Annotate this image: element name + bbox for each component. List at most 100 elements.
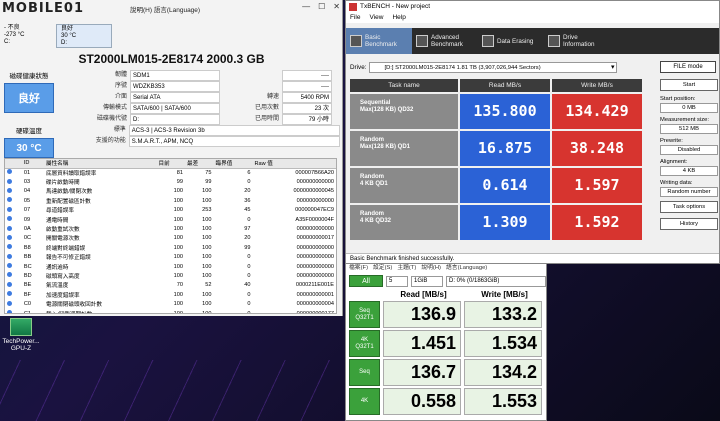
prewrite-field[interactable]: Disabled bbox=[660, 145, 718, 155]
tab-data-erasing[interactable]: Data Erasing bbox=[478, 28, 544, 54]
read-result: 135.800 bbox=[460, 94, 550, 129]
chart-icon bbox=[416, 35, 428, 47]
write-result: 38.248 bbox=[552, 131, 642, 166]
gpuz-icon bbox=[10, 318, 32, 336]
history-button[interactable]: History bbox=[660, 218, 718, 230]
start-button[interactable]: Start bbox=[660, 79, 718, 91]
status-dot-icon bbox=[7, 234, 12, 240]
tab-advanced-benchmark[interactable]: Advanced Benchmark bbox=[412, 28, 478, 54]
writing-data-field[interactable]: Random number bbox=[660, 187, 718, 197]
table-row[interactable]: B8 終端對終端錯誤 100 100 99 000000000000 bbox=[5, 243, 336, 252]
maximize-icon[interactable]: ☐ bbox=[318, 2, 325, 11]
status-dot-icon bbox=[7, 291, 12, 297]
table-row[interactable]: C1載入/卸載週期計數1001000000000000177 bbox=[5, 309, 336, 313]
info-row: 介面 Serial ATA 轉速 5400 RPM bbox=[60, 92, 340, 103]
info-row: 磁碟機代號 D: 已用時間 79 小時 bbox=[60, 114, 340, 125]
table-row[interactable]: 07 尋道錯誤率 100 253 45 000000047EC9 bbox=[5, 206, 336, 215]
cdm-test-button[interactable]: 4K Q32T1 bbox=[349, 330, 380, 357]
alignment-field[interactable]: 4 KB bbox=[660, 166, 718, 176]
table-row[interactable]: 04 馬達啟動/關閉次數 100 100 20 0000000000045 bbox=[5, 187, 336, 196]
cdm-write-value: 1.553 bbox=[464, 388, 542, 415]
table-row[interactable]: BE 氣流溫度 70 52 40 0000211E001E bbox=[5, 281, 336, 290]
cdi-menu[interactable]: 說明(H) 語言(Language) bbox=[130, 4, 200, 14]
smart-table-container[interactable]: ID 屬性名稱 目前 最差 臨界值 Raw 值 01 底層資料讀取錯誤率 81 75 6… bbox=[4, 158, 337, 314]
standard-row: 標準 ACS-3 | ACS-3 Revision 3b bbox=[60, 125, 340, 136]
cdm-read-value: 136.9 bbox=[383, 301, 461, 328]
drive-selector-bar: - 不良 -273 °C C: 良好 30 °C D: bbox=[0, 24, 343, 48]
menu-help[interactable]: Help bbox=[392, 13, 405, 23]
tx-results-grid: Task name Read MB/s Write MB/s Sequentia… bbox=[350, 79, 655, 242]
drive-label: Drive: bbox=[350, 63, 367, 71]
temp-label: 硬碟溫度 bbox=[16, 128, 42, 135]
table-row[interactable]: BD 磁頭寫入高度 100 100 0 000000000000 bbox=[5, 271, 336, 280]
start-position-field[interactable]: 0 MB bbox=[660, 103, 718, 113]
cdm-test-button[interactable]: Seq bbox=[349, 359, 380, 386]
table-row[interactable]: BF 加速度錯誤率 100 100 0 000000000001 bbox=[5, 290, 336, 299]
file-mode-button[interactable]: FILE mode bbox=[660, 61, 716, 73]
cdm-menu-language[interactable]: 語言(Language) bbox=[446, 264, 487, 273]
close-icon[interactable]: ✕ bbox=[333, 2, 340, 11]
table-row[interactable]: 05 重新配置磁區計數 100 100 36 000000000000 bbox=[5, 196, 336, 205]
disk-info-grid: 韌體 SDM1 ---- 序號 WDZKB353 ---- 介面 Serial ATA… bbox=[60, 70, 340, 147]
status-dot-icon bbox=[7, 216, 12, 222]
drive-select[interactable]: D: 0% (0/1863GiB) bbox=[446, 275, 546, 287]
smart-header-row: ID 屬性名稱 目前 最差 臨界值 Raw 值 bbox=[5, 159, 336, 169]
tx-drive-row: Drive: [D:] ST2000LM015-2E8174 1.81 TB (… bbox=[350, 61, 655, 73]
tx-result-row: Random Max(128 KB) QD1 16.875 38.248 bbox=[350, 131, 655, 166]
cdm-menu-help[interactable]: 說明(H) bbox=[421, 264, 441, 273]
cdm-result-row: 4K Q32T1 1.451 1.534 bbox=[346, 330, 546, 357]
cdm-test-button[interactable]: 4K bbox=[349, 388, 380, 415]
menu-view[interactable]: View bbox=[369, 13, 383, 23]
all-button[interactable]: All bbox=[349, 275, 383, 287]
tab-drive-information[interactable]: Drive Information bbox=[544, 28, 610, 54]
drive-chip-d[interactable]: 良好 30 °C D: bbox=[56, 24, 112, 48]
cdm-test-button[interactable]: Seq Q32T1 bbox=[349, 301, 380, 328]
tx-status-bar: Basic Benchmark finished successfully. bbox=[346, 253, 719, 263]
table-row[interactable]: 03 碟片啟動時間 99 99 0 000000000000 bbox=[5, 177, 336, 186]
status-dot-icon bbox=[7, 225, 12, 231]
temperature-badge[interactable]: 30 °C bbox=[4, 138, 54, 158]
info-row: 序號 WDZKB353 ---- bbox=[60, 81, 340, 92]
minimize-icon[interactable]: — bbox=[302, 2, 310, 11]
table-row[interactable]: BB 報告不可修正錯誤 100 100 0 000000000000 bbox=[5, 253, 336, 262]
status-dot-icon bbox=[7, 272, 12, 278]
table-row[interactable]: 0C 開關電源次數 100 100 20 000000000017 bbox=[5, 234, 336, 243]
tab-basic-benchmark[interactable]: Basic Benchmark bbox=[346, 28, 412, 54]
cdm-menubar: 檔案(F) 設定(S) 主題(T) 說明(H) 語言(Language) bbox=[346, 264, 546, 273]
write-header: Write [MB/s] bbox=[481, 290, 528, 299]
desktop-icon-gpuz[interactable]: TechPower... GPU-Z bbox=[2, 318, 40, 352]
table-row[interactable]: 01 底層資料讀取錯誤率 81 75 6 000007B66A20 bbox=[5, 168, 336, 177]
status-dot-icon bbox=[7, 244, 12, 250]
disk-title: ST2000LM015-2E8174 2000.3 GB bbox=[78, 52, 265, 66]
drive-select[interactable]: [D:] ST2000LM015-2E8174 1.81 TB (3,907,0… bbox=[369, 61, 618, 73]
read-result: 1.309 bbox=[460, 205, 550, 240]
health-status-badge[interactable]: 良好 bbox=[4, 83, 54, 113]
menu-file[interactable]: File bbox=[350, 13, 360, 23]
table-row[interactable]: C0 電源關閉磁頭收回計數 100 100 0 000000000004 bbox=[5, 299, 336, 308]
cdm-result-row: Seq 136.7 134.2 bbox=[346, 359, 546, 386]
table-row[interactable]: BC 通訊逾時 100 100 0 000000000000 bbox=[5, 262, 336, 271]
crystaldiskmark-window: 檔案(F) 設定(S) 主題(T) 說明(H) 語言(Language) All… bbox=[345, 263, 547, 421]
cdm-write-value: 133.2 bbox=[464, 301, 542, 328]
crystaldiskinfo-window: MOBILE01 說明(H) 語言(Language) — ☐ ✕ - 不良 -… bbox=[0, 0, 343, 316]
count-select[interactable]: 5 bbox=[386, 275, 408, 287]
size-select[interactable]: 1GiB bbox=[411, 275, 443, 287]
cdm-menu-theme[interactable]: 主題(T) bbox=[397, 264, 416, 273]
write-result: 1.597 bbox=[552, 168, 642, 203]
tx-result-row: Sequential Max(128 KB) QD32 135.800 134.4… bbox=[350, 94, 655, 129]
cdm-write-value: 1.534 bbox=[464, 330, 542, 357]
cdm-menu-file[interactable]: 檔案(F) bbox=[349, 264, 368, 273]
drive-chip-c[interactable]: - 不良 -273 °C C: bbox=[0, 24, 56, 48]
task-options-button[interactable]: Task options bbox=[660, 201, 718, 213]
desktop-icon-label: TechPower... GPU-Z bbox=[2, 338, 40, 352]
measurement-size-field[interactable]: 512 MB bbox=[660, 124, 718, 134]
table-row[interactable]: 09 通電時間 100 100 0 A35F0000004F bbox=[5, 215, 336, 224]
read-result: 16.875 bbox=[460, 131, 550, 166]
txbench-window: TxBENCH - New project File View Help Bas… bbox=[345, 0, 720, 264]
cdm-menu-settings[interactable]: 設定(S) bbox=[373, 264, 392, 273]
task-name: Random 4 KB QD32 bbox=[350, 205, 458, 240]
cdm-read-value: 0.558 bbox=[383, 388, 461, 415]
table-row[interactable]: 0A 啟動重試次數 100 100 97 000000000000 bbox=[5, 224, 336, 233]
gauge-icon bbox=[350, 35, 362, 47]
status-dot-icon bbox=[7, 253, 12, 259]
